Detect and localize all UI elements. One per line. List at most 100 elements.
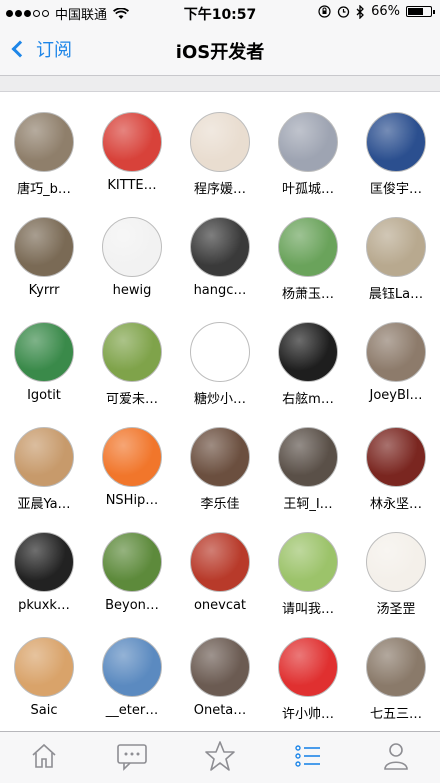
avatar[interactable] [366,217,426,277]
user-cell[interactable]: 匡俊宇… [352,92,440,197]
user-name: 叶孤城… [281,182,334,197]
user-cell[interactable]: 王轲_I… [264,407,352,512]
tab-bar [0,731,440,783]
user-name: 许小帅… [281,707,334,722]
user-name: Kyrrr [28,283,60,298]
user-cell[interactable]: 唐巧_b… [0,92,88,197]
avatar[interactable] [14,427,74,487]
avatar[interactable] [366,637,426,697]
user-name: pkuxk… [18,598,70,613]
avatar[interactable] [278,427,338,487]
avatar[interactable] [190,112,250,172]
profile-icon [382,741,410,775]
tab-list[interactable] [264,732,352,783]
user-cell[interactable]: 晨钰La… [352,197,440,302]
user-name: 可爱未… [105,392,158,407]
bluetooth-icon [356,4,365,19]
avatar[interactable] [102,637,162,697]
avatar[interactable] [14,637,74,697]
user-cell[interactable]: 程序媛… [176,92,264,197]
user-name: 程序媛… [193,182,246,197]
user-cell[interactable]: __eter… [88,617,176,718]
user-cell[interactable]: 亚晨Ya… [0,407,88,512]
battery-percent: 66% [371,4,400,19]
user-name: Oneta… [193,703,247,718]
avatar[interactable] [278,637,338,697]
user-name: 林永坚… [369,497,422,512]
status-right: 66% [318,4,435,19]
tab-message[interactable] [88,732,176,783]
user-name: hewig [112,283,152,298]
avatar[interactable] [14,112,74,172]
avatar[interactable] [278,322,338,382]
avatar[interactable] [14,322,74,382]
user-name: __eter… [105,703,159,718]
user-name: 王轲_I… [283,497,333,512]
avatar[interactable] [278,112,338,172]
tab-profile[interactable] [352,732,440,783]
alarm-icon [337,6,350,18]
user-name: 亚晨Ya… [17,497,71,512]
avatar[interactable] [278,532,338,592]
user-cell[interactable]: onevcat [176,512,264,613]
user-cell[interactable]: KITTE… [88,92,176,193]
user-cell[interactable]: hewig [88,197,176,298]
user-cell[interactable]: 糖炒小… [176,302,264,407]
avatar[interactable] [278,217,338,277]
avatar[interactable] [366,322,426,382]
tab-home[interactable] [0,732,88,783]
page-title: iOS开发者 [175,42,265,63]
avatar[interactable] [102,322,162,382]
avatar[interactable] [102,427,162,487]
user-name: 唐巧_b… [17,182,71,197]
user-cell[interactable]: 林永坚… [352,407,440,512]
user-cell[interactable]: 杨萧玉… [264,197,352,302]
user-cell[interactable]: Igotit [0,302,88,403]
tab-star[interactable] [176,732,264,783]
battery-icon [406,6,435,17]
user-name: NSHip… [105,493,159,508]
avatar[interactable] [102,217,162,277]
user-name: 请叫我… [281,602,334,617]
user-name: KITTE… [107,178,157,193]
user-name: JoeyBl… [369,388,423,403]
user-name: 七五三… [369,707,422,722]
user-name: 杨萧玉… [281,287,334,302]
user-name: onevcat [193,598,247,613]
user-cell[interactable]: Beyon… [88,512,176,613]
user-cell[interactable]: hangc… [176,197,264,298]
user-cell[interactable]: JoeyBl… [352,302,440,403]
home-icon [29,741,59,775]
user-name: 匡俊宇… [369,182,422,197]
avatar[interactable] [366,112,426,172]
avatar[interactable] [190,532,250,592]
user-cell[interactable]: pkuxk… [0,512,88,613]
user-cell[interactable]: Saic [0,617,88,718]
avatar[interactable] [190,217,250,277]
avatar[interactable] [366,532,426,592]
avatar[interactable] [366,427,426,487]
user-cell[interactable]: 许小帅… [264,617,352,722]
user-cell[interactable]: Kyrrr [0,197,88,298]
user-cell[interactable]: 可爱未… [88,302,176,407]
avatar[interactable] [102,112,162,172]
user-grid-container[interactable]: 唐巧_b… KITTE… 程序媛… 叶孤城… 匡俊宇… Kyrrr hewig hangc… 杨… [0,92,440,731]
user-cell[interactable]: NSHip… [88,407,176,508]
user-cell[interactable]: 请叫我… [264,512,352,617]
user-cell[interactable]: 李乐佳 [176,407,264,512]
avatar[interactable] [14,217,74,277]
user-cell[interactable]: 七五三… [352,617,440,722]
avatar[interactable] [190,637,250,697]
user-name: 李乐佳 [200,497,240,512]
user-cell[interactable]: 叶孤城… [264,92,352,197]
user-cell[interactable]: 右舷m… [264,302,352,407]
user-cell[interactable]: Oneta… [176,617,264,718]
avatar[interactable] [102,532,162,592]
user-name: Igotit [27,388,61,403]
message-icon [116,741,148,775]
avatar[interactable] [14,532,74,592]
avatar[interactable] [190,322,250,382]
avatar[interactable] [190,427,250,487]
user-name: hangc… [193,283,247,298]
user-cell[interactable]: 汤圣罡 [352,512,440,617]
